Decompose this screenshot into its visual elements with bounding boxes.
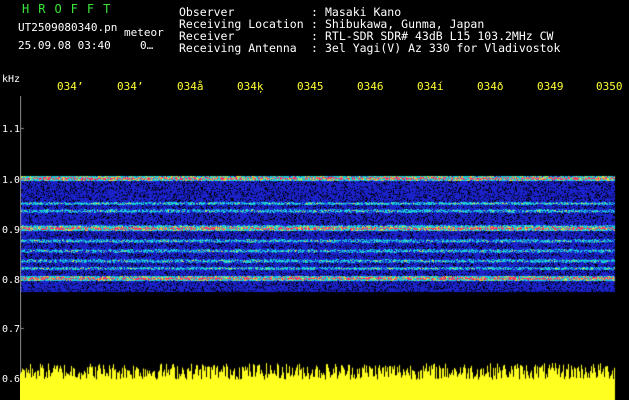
y-tick-label: 0.7 [2,324,21,335]
meteor-tag: meteor [124,26,164,39]
y-tick-label: 1.1 [2,124,21,135]
y-tick-label: 0.6 [2,374,21,385]
x-tick-label: 034ð [477,80,504,93]
antenna-value: 3el Yagi(V) Az 330 for Vladivostok [325,41,561,55]
x-tick-label: 034’ [57,80,84,93]
x-tick-label: 0349 [537,80,564,93]
x-tick-label: 034å [177,80,204,93]
hrofft-logo: HROFFT [22,2,120,16]
timestamp-label: 25.09.08 03:40 [18,39,111,52]
y-tick-label: 0.8 [2,275,21,286]
spectrogram-plot [20,96,623,400]
x-tick-label: 0346 [357,80,384,93]
x-tick-label: 0350 [596,80,623,93]
y-tick-label: 0.9 [2,225,21,236]
x-tick-label: 034ķ [237,80,264,93]
y-tick-label: 1.0 [2,175,21,186]
counter-label: 0… [140,39,154,52]
filename-label: UT2509080340.pn [18,21,118,34]
x-tick-label: 034í [417,80,444,93]
antenna-label: Receiving Antenna [179,41,297,55]
antenna-sep: : [311,41,318,55]
y-axis-unit: kHz [2,74,21,85]
x-tick-label: 0345 [297,80,324,93]
x-tick-label: 034’ [117,80,144,93]
